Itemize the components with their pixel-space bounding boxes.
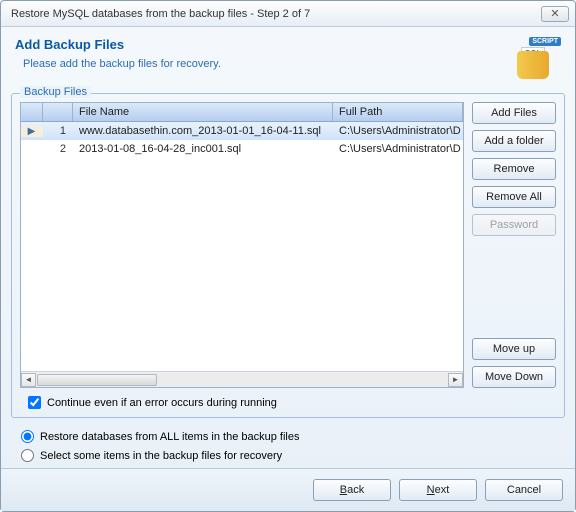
continue-on-error-row: Continue even if an error occurs during … [20, 396, 556, 409]
remove-button[interactable]: Remove [472, 158, 556, 180]
close-icon: ✕ [550, 7, 559, 20]
column-header-fullpath[interactable]: Full Path [333, 103, 463, 121]
grid-body: ▶ 1 www.databasethin.com_2013-01-01_16-0… [21, 122, 463, 371]
fieldset-legend: Backup Files [20, 86, 91, 98]
remove-all-button[interactable]: Remove All [472, 186, 556, 208]
column-header-selector[interactable] [21, 103, 43, 121]
next-accel: N [427, 484, 435, 496]
scroll-thumb[interactable] [37, 374, 157, 386]
row-index: 2 [43, 143, 73, 155]
add-folder-button[interactable]: Add a folder [472, 130, 556, 152]
select-some-radio[interactable] [21, 449, 34, 462]
button-spacer [472, 242, 556, 332]
restore-all-label: Restore databases from ALL items in the … [40, 431, 299, 443]
files-area: File Name Full Path ▶ 1 www.databasethin… [20, 102, 556, 388]
column-header-filename[interactable]: File Name [73, 103, 333, 121]
row-fullpath: C:\Users\Administrator\D [333, 125, 463, 137]
password-button: Password [472, 214, 556, 236]
close-button[interactable]: ✕ [541, 6, 569, 22]
script-badge: SCRIPT [529, 37, 561, 46]
footer-buttons: Back Next Cancel [1, 468, 575, 511]
column-header-index[interactable] [43, 103, 73, 121]
scroll-right-icon[interactable]: ► [448, 373, 463, 387]
dialog-window: Restore MySQL databases from the backup … [0, 0, 576, 512]
header-text: Add Backup Files Please add the backup f… [15, 37, 513, 70]
table-row[interactable]: 2 2013-01-08_16-04-28_inc001.sql C:\User… [21, 140, 463, 158]
scroll-left-icon[interactable]: ◄ [21, 373, 36, 387]
continue-on-error-label: Continue even if an error occurs during … [47, 397, 277, 409]
restore-all-radio[interactable] [21, 430, 34, 443]
row-filename: www.databasethin.com_2013-01-01_16-04-11… [73, 125, 333, 137]
back-accel: B [340, 484, 347, 496]
move-up-button[interactable]: Move up [472, 338, 556, 360]
select-some-row: Select some items in the backup files fo… [21, 449, 555, 462]
row-index: 1 [43, 125, 73, 137]
back-button[interactable]: Back [313, 479, 391, 501]
row-marker-icon: ▶ [21, 126, 43, 137]
select-some-label: Select some items in the backup files fo… [40, 450, 282, 462]
cancel-button[interactable]: Cancel [485, 479, 563, 501]
restore-all-row: Restore databases from ALL items in the … [21, 430, 555, 443]
backup-files-fieldset: Backup Files File Name Full Path ▶ 1 www… [11, 93, 565, 418]
add-files-button[interactable]: Add Files [472, 102, 556, 124]
horizontal-scrollbar[interactable]: ◄ ► [21, 371, 463, 387]
back-text: ack [347, 484, 364, 496]
continue-on-error-checkbox[interactable] [28, 396, 41, 409]
next-button[interactable]: Next [399, 479, 477, 501]
database-icon [517, 51, 549, 79]
move-down-button[interactable]: Move Down [472, 366, 556, 388]
titlebar: Restore MySQL databases from the backup … [1, 1, 575, 27]
side-buttons: Add Files Add a folder Remove Remove All… [472, 102, 556, 388]
table-row[interactable]: ▶ 1 www.databasethin.com_2013-01-01_16-0… [21, 122, 463, 140]
row-fullpath: C:\Users\Administrator\D [333, 143, 463, 155]
window-title: Restore MySQL databases from the backup … [11, 8, 541, 20]
header-title: Add Backup Files [15, 37, 513, 52]
row-filename: 2013-01-08_16-04-28_inc001.sql [73, 143, 333, 155]
files-grid[interactable]: File Name Full Path ▶ 1 www.databasethin… [20, 102, 464, 388]
sql-script-icon: SCRIPT SQL [513, 37, 561, 81]
header-subtitle: Please add the backup files for recovery… [23, 58, 513, 70]
header-section: Add Backup Files Please add the backup f… [1, 27, 575, 93]
restore-mode-radios: Restore databases from ALL items in the … [1, 424, 575, 468]
next-text: ext [435, 484, 450, 496]
grid-header: File Name Full Path [21, 103, 463, 122]
scroll-track[interactable] [36, 373, 448, 387]
